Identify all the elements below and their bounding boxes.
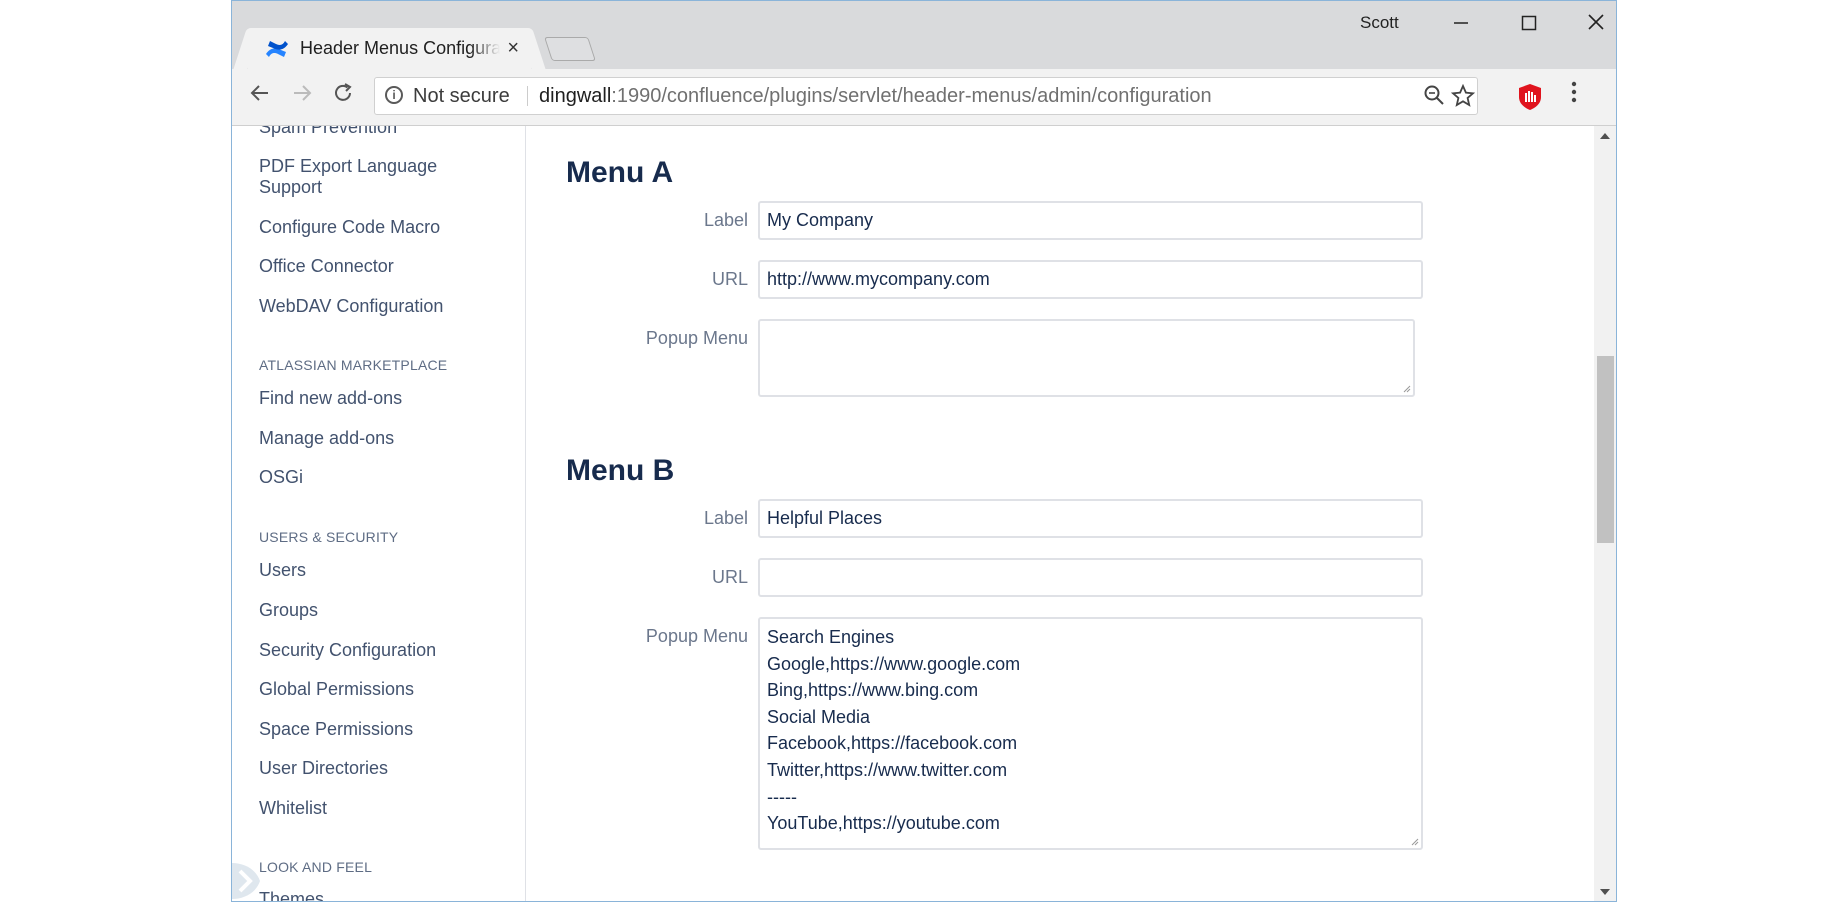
address-bar[interactable]: i Not secure dingwall:1990/confluence/pl… xyxy=(374,77,1478,115)
minimize-icon[interactable] xyxy=(1441,7,1481,41)
resize-grip-icon[interactable] xyxy=(1411,838,1419,846)
sidebar-item-code-macro[interactable]: Configure Code Macro xyxy=(259,217,440,238)
menu-a-heading: Menu A xyxy=(566,156,674,189)
menu-a-label-caption: Label xyxy=(703,210,748,230)
menu-b-heading: Menu B xyxy=(566,454,675,487)
menu-a-popup-textarea[interactable] xyxy=(758,319,1415,397)
sidebar-heading-look-and-feel: LOOK AND FEEL xyxy=(259,859,373,875)
popup-line: Twitter,https://www.twitter.com xyxy=(767,759,1008,780)
tab-close-icon[interactable]: × xyxy=(507,37,519,60)
sidebar-item-user-directories[interactable]: User Directories xyxy=(259,758,388,779)
url-path: :1990/confluence/plugins/servlet/header-… xyxy=(611,85,1212,107)
sidebar-item-space-permissions[interactable]: Space Permissions xyxy=(259,719,413,740)
maximize-icon[interactable] xyxy=(1509,7,1549,41)
sidebar-heading-marketplace: ATLASSIAN MARKETPLACE xyxy=(259,357,448,373)
new-tab-button[interactable] xyxy=(544,37,596,61)
profile-name[interactable]: Scott xyxy=(1360,13,1399,33)
confluence-logo-icon xyxy=(266,41,288,57)
page-scrollbar[interactable] xyxy=(1594,126,1616,901)
menu-a-url-input[interactable]: http://www.mycompany.com xyxy=(758,260,1423,299)
sidebar-item-osgi[interactable]: OSGi xyxy=(259,467,303,488)
menu-b-url-input[interactable] xyxy=(758,558,1423,597)
menu-b-label-caption: Label xyxy=(703,508,748,528)
title-bar: Header Menus Configuration × Scott xyxy=(232,1,1616,70)
sidebar-item-pdf-export[interactable]: PDF Export Language Support xyxy=(259,156,459,198)
forward-arrow-icon[interactable] xyxy=(286,81,318,113)
zoom-icon[interactable] xyxy=(1423,84,1445,112)
sidebar-item-manage-addons[interactable]: Manage add-ons xyxy=(259,428,394,449)
sidebar-item-webdav[interactable]: WebDAV Configuration xyxy=(259,296,443,317)
chevron-right-icon[interactable] xyxy=(232,859,262,902)
sidebar-heading-users-security: USERS & SECURITY xyxy=(259,529,399,545)
sidebar-item-whitelist[interactable]: Whitelist xyxy=(259,798,327,819)
menu-a-url-caption: URL xyxy=(711,269,748,289)
url-host: dingwall xyxy=(539,85,612,107)
menu-b-popup-textarea[interactable]: Search Engines Google,https://www.google… xyxy=(758,617,1423,850)
tab-title: Header Menus Configuration xyxy=(300,38,500,59)
popup-line: Google,https://www.google.com xyxy=(767,653,1021,674)
url-text[interactable]: dingwall:1990/confluence/plugins/servlet… xyxy=(539,85,1212,108)
page-viewport: Spam Prevention PDF Export Language Supp… xyxy=(232,126,1616,902)
menu-a-popup-caption: Popup Menu xyxy=(645,328,748,348)
popup-line: YouTube,https://youtube.com xyxy=(767,813,1000,834)
popup-line: Search Engines xyxy=(767,627,895,647)
sidebar-item-spam-prevention[interactable]: Spam Prevention xyxy=(259,126,397,138)
sidebar-item-find-addons[interactable]: Find new add-ons xyxy=(259,388,402,409)
resize-grip-icon[interactable] xyxy=(1403,385,1411,393)
popup-line: ----- xyxy=(767,786,797,807)
close-window-icon[interactable] xyxy=(1576,7,1616,41)
sidebar-item-global-permissions[interactable]: Global Permissions xyxy=(259,679,414,700)
address-separator xyxy=(527,86,528,106)
sidebar-item-office-connector[interactable]: Office Connector xyxy=(259,256,394,277)
security-status[interactable]: Not secure xyxy=(413,85,510,108)
adblock-shield-icon[interactable] xyxy=(1517,83,1543,111)
sidebar-item-themes[interactable]: Themes xyxy=(259,889,324,901)
popup-line: Bing,https://www.bing.com xyxy=(767,680,979,701)
back-arrow-icon[interactable] xyxy=(244,81,276,113)
sidebar-item-users[interactable]: Users xyxy=(259,560,306,581)
scroll-up-arrow-icon[interactable] xyxy=(1600,132,1610,140)
menu-b-popup-caption: Popup Menu xyxy=(645,626,748,646)
reload-icon[interactable] xyxy=(327,81,359,113)
browser-window: Header Menus Configuration × Scott i Not… xyxy=(231,0,1617,902)
more-menu-icon[interactable] xyxy=(1564,81,1584,103)
info-icon[interactable]: i xyxy=(385,86,403,104)
bookmark-star-icon[interactable] xyxy=(1450,83,1476,114)
sidebar-item-groups[interactable]: Groups xyxy=(259,600,318,621)
main-content: Menu A Label My Company URL http://www.m… xyxy=(526,126,1588,901)
sidebar-item-security-configuration[interactable]: Security Configuration xyxy=(259,640,436,661)
popup-line: Facebook,https://facebook.com xyxy=(767,733,1018,754)
admin-sidebar: Spam Prevention PDF Export Language Supp… xyxy=(232,126,526,902)
popup-line: Social Media xyxy=(767,706,871,727)
scrollbar-thumb[interactable] xyxy=(1597,356,1614,543)
scroll-down-arrow-icon[interactable] xyxy=(1600,888,1610,896)
browser-tab[interactable]: Header Menus Configuration × xyxy=(248,28,531,70)
browser-toolbar: i Not secure dingwall:1990/confluence/pl… xyxy=(232,69,1616,126)
menu-a-label-input[interactable]: My Company xyxy=(758,201,1423,240)
menu-b-url-caption: URL xyxy=(711,567,748,587)
menu-b-label-input[interactable]: Helpful Places xyxy=(758,499,1423,538)
